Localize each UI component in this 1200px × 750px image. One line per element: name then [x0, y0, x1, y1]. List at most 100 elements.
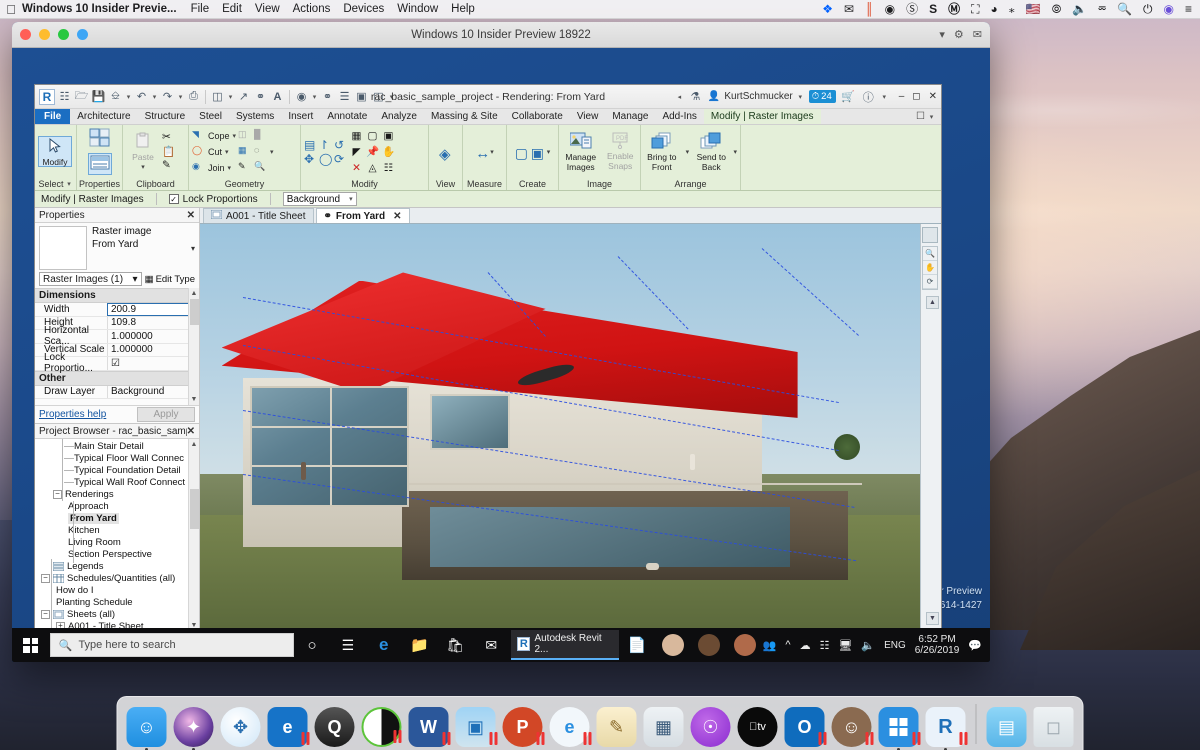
tree-node-section-perspective[interactable]: Section Perspective — [35, 548, 199, 560]
cope-button[interactable]: ◥ Cope ▾ — [192, 128, 236, 143]
ribbon-tab-analyze[interactable]: Analyze — [374, 109, 424, 124]
view-tab-a001-title-sheet[interactable]: A001 - Title Sheet — [203, 208, 314, 223]
ribbon-collapse-caret-icon[interactable]: ▾ — [928, 113, 935, 121]
search-icon[interactable]: 🔍 — [1117, 3, 1132, 15]
mail-badge-icon[interactable]: ✉ — [844, 3, 854, 15]
dock-item-microsoft-outlook[interactable]: O — [784, 707, 827, 747]
close-inactive-views-icon[interactable]: ▣ — [354, 89, 369, 105]
join-caret-icon[interactable]: ▾ — [228, 164, 232, 172]
cut-caret-icon[interactable]: ▾ — [225, 148, 229, 156]
ribbon-tab-collaborate[interactable]: Collaborate — [505, 109, 570, 124]
save-as-icon[interactable]: ⎒ — [108, 89, 123, 105]
timer-icon[interactable]: Ⓢ — [906, 3, 918, 15]
dock-item-siri[interactable]: ✦ — [173, 707, 214, 750]
measure-icon[interactable]: ◫ — [210, 89, 225, 105]
dock-item-internet-explorer[interactable]: e — [549, 707, 592, 747]
dock-item-trash[interactable]: ◻ — [1033, 707, 1074, 747]
file-explorer-button[interactable]: 📁 — [402, 628, 438, 662]
properties-help-link[interactable]: Properties help — [39, 409, 106, 420]
dock-item-remote-desktop[interactable]: ▣ — [455, 707, 498, 747]
text-icon[interactable]: A — [270, 89, 285, 105]
default-3d-view-icon[interactable]: ◉ — [294, 89, 309, 105]
demolish-row[interactable]: ▦ ◌ ▾ — [238, 144, 274, 159]
menu-help[interactable]: Help — [451, 3, 475, 15]
tree-node-legends[interactable]: Legends — [35, 560, 199, 572]
dock-item-microsoft-word[interactable]: W — [408, 707, 451, 747]
property-row-width[interactable]: Width 200.9 — [35, 303, 199, 317]
redo-caret-icon[interactable]: ▾ — [177, 93, 184, 101]
ribbon-tab-view[interactable]: View — [570, 109, 606, 124]
properties-scrollbar[interactable]: ▲ ▼ — [188, 288, 199, 405]
battery-icon[interactable]: ⏻ — [1143, 3, 1153, 15]
tree-node-typical-floor-wall[interactable]: Typical Floor Wall Connec — [35, 452, 199, 464]
group-icon[interactable]: ☷ — [381, 160, 396, 175]
contact-3-button[interactable] — [727, 628, 763, 662]
notification-badge[interactable]: ⏱ 24 — [808, 90, 836, 103]
revit-restore-button[interactable]: ◻ — [912, 91, 920, 102]
autodesk-revit-window[interactable]: R ☷ 🗁 💾 ⎒ ▾ ↶ ▾ ↷ ▾ ⎙ ◫ ▾ ↗ ⚭ A ◉ ▾ ⚭ ☰ ▣ ◫ ▾ … — [34, 84, 942, 662]
rendered-image[interactable] — [200, 224, 920, 628]
dock-item-microsoft-edge-legacy[interactable]: e — [267, 707, 310, 747]
menu-devices[interactable]: Devices — [343, 3, 384, 15]
infocenter-chevron-icon[interactable]: ◂ — [676, 93, 683, 101]
align-icon[interactable]: ▤ — [304, 138, 317, 152]
move-icon[interactable]: ✥ — [304, 152, 317, 166]
ribbon-tab-file[interactable]: File — [35, 109, 71, 124]
collapse-icon[interactable]: − — [53, 489, 62, 499]
taskbar-app-revit[interactable]: R Autodesk Revit 2... — [511, 630, 620, 660]
ribbon-tab-modify-raster-images[interactable]: Modify | Raster Images — [703, 109, 821, 124]
tree-node-from-yard[interactable]: From Yard — [35, 512, 199, 524]
properties-type-icon[interactable] — [89, 128, 111, 151]
switch-windows-icon[interactable]: ◫ — [371, 89, 386, 105]
ribbon-tab-insert[interactable]: Insert — [281, 109, 320, 124]
scroll-up-arrow-icon[interactable]: ▲ — [189, 439, 199, 450]
ribbon-collapse-icon[interactable]: ☐ — [916, 111, 925, 122]
pocket-icon[interactable]: Ⓜ — [948, 3, 960, 15]
thin-lines-icon[interactable]: ☰ — [337, 89, 352, 105]
parallels-tools-icon[interactable]: ☷ — [820, 639, 830, 652]
create-similar-icon[interactable]: ▢ — [515, 145, 528, 161]
array-icon[interactable]: ▦ — [349, 128, 364, 143]
send-to-back-button[interactable]: Send to Back — [695, 132, 727, 172]
revit-minimize-button[interactable]: – — [899, 91, 905, 102]
bring-to-front-button[interactable]: Bring to Front — [644, 132, 680, 172]
dock-item-windows-folder[interactable]: ▤ — [986, 707, 1027, 747]
parallels-vm-window[interactable]: Windows 10 Insider Preview 18922 ▾ ⚙ ✉ W… — [12, 22, 990, 662]
tree-node-typical-wall-roof[interactable]: Typical Wall Roof Connect — [35, 476, 199, 488]
create-panel-caret-icon[interactable]: ▾ — [547, 148, 551, 156]
new-icon[interactable]: ☷ — [57, 89, 72, 105]
section-icon[interactable]: ⚭ — [320, 89, 335, 105]
view-cube[interactable] — [922, 227, 938, 243]
extend-icon[interactable]: ◬ — [365, 160, 380, 175]
dock-item-finder[interactable]: ☺ — [126, 707, 167, 750]
scroll-up-arrow-icon[interactable]: ▲ — [926, 296, 939, 309]
property-row-draw-layer[interactable]: Draw Layer Background — [35, 385, 199, 399]
collapse-icon[interactable]: − — [41, 609, 50, 619]
cope-caret-icon[interactable]: ▾ — [233, 132, 237, 140]
contact-2-button[interactable] — [691, 628, 727, 662]
tree-node-sheets[interactable]: − Sheets (all) — [35, 608, 199, 620]
scrollbar-thumb[interactable] — [190, 299, 199, 325]
trim-icon[interactable]: ◤ — [349, 144, 364, 159]
split-icon[interactable]: ▣ — [381, 128, 396, 143]
menu-file[interactable]: File — [191, 3, 210, 15]
measure-caret-icon[interactable]: ▾ — [227, 93, 234, 101]
canvas-vertical-scrollbar[interactable]: 🔍 ✋ ⟳ ▲ ▼ — [920, 224, 941, 628]
language-indicator[interactable]: ENG — [884, 640, 906, 651]
view-visibility-icon[interactable]: ◈ — [439, 145, 452, 163]
revit-logo-icon[interactable]: R — [39, 88, 55, 105]
property-value-draw-layer[interactable]: Background — [107, 385, 199, 398]
navigation-bar[interactable]: 🔍 ✋ ⟳ — [922, 246, 938, 290]
contact-1-button[interactable] — [655, 628, 691, 662]
revit-close-button[interactable]: ✕ — [929, 91, 937, 102]
select-panel-caret-icon[interactable]: ▾ — [66, 180, 73, 188]
scrollbar-thumb[interactable] — [190, 489, 199, 529]
menu-view[interactable]: View — [255, 3, 280, 15]
split-face-row[interactable]: ◫ █ — [238, 128, 274, 143]
creative-cloud-icon[interactable]: ◉ — [885, 3, 895, 15]
people-icon[interactable]: 👥 — [763, 639, 777, 652]
switch-caret-icon[interactable]: ▾ — [388, 93, 395, 101]
tree-node-typical-foundation[interactable]: Typical Foundation Detail — [35, 464, 199, 476]
offset-icon[interactable]: ↾ — [319, 138, 332, 152]
onedrive-icon[interactable]: ☁ — [800, 639, 811, 652]
